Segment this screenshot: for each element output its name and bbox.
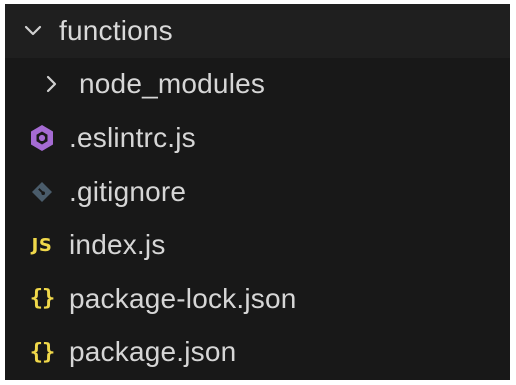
folder-functions[interactable]: functions: [5, 4, 510, 58]
file-label: index.js: [69, 229, 166, 261]
chevron-right-icon[interactable]: [33, 66, 69, 102]
json-icon: {}: [25, 282, 59, 316]
javascript-icon: JS: [25, 228, 59, 262]
json-icon-text: {}: [29, 286, 55, 312]
folder-label: functions: [59, 14, 173, 46]
javascript-icon-text: JS: [31, 234, 53, 256]
json-icon-text: {}: [29, 339, 55, 365]
file-label: package-lock.json: [69, 282, 297, 314]
file-gitignore[interactable]: .gitignore: [5, 165, 510, 219]
eslint-icon: [25, 121, 59, 155]
file-label: package.json: [69, 336, 237, 368]
file-label: .gitignore: [69, 175, 187, 207]
file-explorer: functions node_modules .eslintrc.js .git…: [5, 4, 510, 380]
folder-node-modules[interactable]: node_modules: [5, 58, 510, 112]
screenshot-panel: functions node_modules .eslintrc.js .git…: [0, 0, 516, 385]
file-label: .eslintrc.js: [69, 121, 196, 153]
file-eslintrc[interactable]: .eslintrc.js: [5, 111, 510, 165]
folder-label: node_modules: [79, 68, 266, 100]
json-icon: {}: [25, 335, 59, 369]
file-package-lock-json[interactable]: {} package-lock.json: [5, 272, 510, 326]
file-index-js[interactable]: JS index.js: [5, 218, 510, 272]
chevron-down-icon[interactable]: [15, 13, 51, 49]
git-icon: [25, 175, 59, 209]
file-package-json[interactable]: {} package.json: [5, 326, 510, 380]
